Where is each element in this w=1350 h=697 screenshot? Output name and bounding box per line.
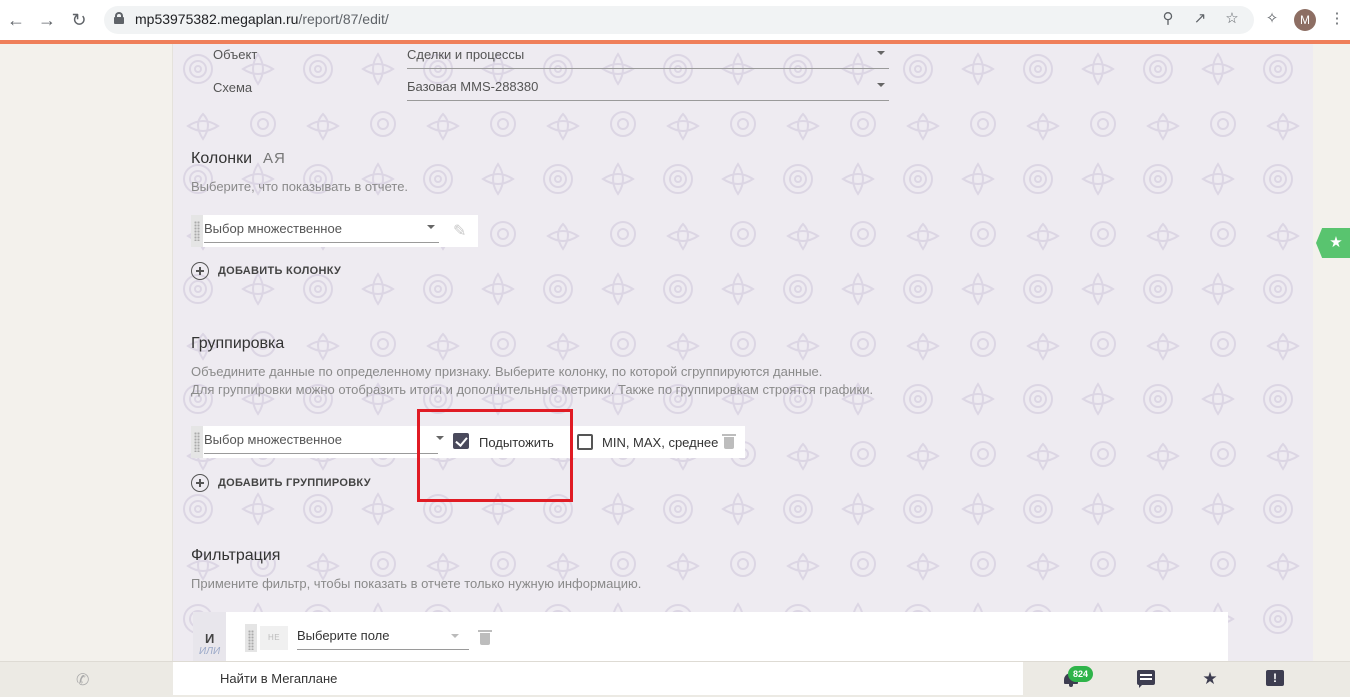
chat-icon[interactable] bbox=[1137, 670, 1155, 688]
filter-field-placeholder: Выберите поле bbox=[297, 628, 390, 643]
chevron-down-icon bbox=[877, 51, 885, 55]
object-select[interactable]: Сделки и процессы bbox=[407, 47, 889, 69]
object-label: Объект bbox=[213, 47, 258, 62]
add-column-button[interactable]: ДОБАВИТЬ КОЛОНКУ bbox=[191, 262, 341, 280]
right-margin bbox=[1313, 44, 1350, 661]
profile-avatar[interactable]: M bbox=[1294, 9, 1316, 31]
star-icon[interactable]: ★ bbox=[1200, 669, 1220, 689]
logic-or-button[interactable]: ИЛИ bbox=[199, 646, 220, 657]
delete-filter-trash-icon[interactable] bbox=[478, 630, 492, 645]
lock-icon[interactable] bbox=[114, 12, 124, 24]
url-host: mp53975382.megaplan.ru bbox=[135, 11, 299, 27]
phone-icon[interactable]: ✆ bbox=[76, 670, 89, 690]
drag-handle-icon[interactable] bbox=[191, 426, 203, 458]
column-field-value: Выбор множественное bbox=[204, 221, 342, 236]
sort-alphabet-icon[interactable]: АЯ bbox=[263, 150, 286, 167]
global-search-label: Найти в Мегаплане bbox=[220, 671, 338, 686]
plus-circle-icon bbox=[191, 262, 209, 280]
columns-description: Выберите, что показывать в отчете. bbox=[191, 179, 409, 194]
filter-field-select[interactable]: Выберите поле bbox=[297, 628, 469, 650]
chevron-down-icon bbox=[451, 634, 459, 638]
delete-grouping-trash-icon[interactable] bbox=[722, 434, 736, 449]
url-text[interactable]: mp53975382.megaplan.ru/report/87/edit/ bbox=[135, 11, 389, 27]
alert-icon[interactable]: ! bbox=[1266, 670, 1284, 686]
chevron-down-icon bbox=[427, 225, 435, 229]
reload-icon[interactable]: ↻ bbox=[67, 8, 91, 32]
report-editor bbox=[173, 44, 1313, 661]
bookmark-star-icon[interactable]: ☆ bbox=[1222, 9, 1242, 29]
share-icon[interactable]: ↗ bbox=[1190, 9, 1210, 29]
browser-toolbar: ← → ↻ mp53975382.megaplan.ru/report/87/e… bbox=[0, 0, 1350, 40]
column-field-card: Выбор множественное ✎ bbox=[191, 215, 478, 247]
plus-circle-icon bbox=[191, 474, 209, 492]
back-icon[interactable]: ← bbox=[4, 8, 28, 32]
scheme-select-value: Базовая MMS-288380 bbox=[407, 79, 539, 94]
drag-handle-icon[interactable] bbox=[191, 215, 203, 247]
metrics-checkbox[interactable] bbox=[577, 434, 593, 450]
grouping-field-value: Выбор множественное bbox=[204, 432, 342, 447]
add-grouping-label: ДОБАВИТЬ ГРУППИРОВКУ bbox=[218, 477, 371, 489]
url-path: /report/87/edit/ bbox=[298, 11, 389, 27]
favorite-star-icon[interactable]: ★ bbox=[1316, 228, 1350, 258]
edit-pencil-icon[interactable]: ✎ bbox=[453, 221, 466, 241]
forward-icon[interactable]: → bbox=[35, 8, 59, 32]
menu-icon[interactable]: ⋮ bbox=[1327, 9, 1347, 29]
grouping-field-select[interactable]: Выбор множественное bbox=[204, 432, 444, 454]
scheme-label: Схема bbox=[213, 80, 253, 95]
filter-title: Фильтрация bbox=[191, 547, 281, 564]
columns-title: Колонки bbox=[191, 150, 253, 167]
left-panel bbox=[0, 44, 173, 661]
floral-background bbox=[173, 44, 1313, 661]
not-toggle[interactable]: НЕ bbox=[260, 626, 288, 650]
grouping-title: Группировка bbox=[191, 335, 285, 352]
add-grouping-button[interactable]: ДОБАВИТЬ ГРУППИРОВКУ bbox=[191, 474, 371, 492]
logic-and-button[interactable]: И bbox=[205, 631, 214, 646]
filter-description: Примените фильтр, чтобы показать в отчет… bbox=[191, 576, 642, 591]
add-column-label: ДОБАВИТЬ КОЛОНКУ bbox=[218, 265, 342, 277]
object-select-value: Сделки и процессы bbox=[407, 47, 525, 62]
extensions-icon[interactable]: ✧ bbox=[1262, 9, 1282, 29]
highlight-annotation bbox=[417, 409, 573, 502]
scheme-select[interactable]: Базовая MMS-288380 bbox=[407, 79, 889, 101]
grouping-description-1: Объедините данные по определенному призн… bbox=[191, 364, 823, 379]
zoom-icon[interactable]: ⚲ bbox=[1158, 9, 1178, 29]
chevron-down-icon bbox=[877, 83, 885, 87]
grouping-description-2: Для группировки можно отобразить итоги и… bbox=[191, 382, 874, 397]
column-field-select[interactable]: Выбор множественное bbox=[204, 221, 439, 243]
drag-handle-icon[interactable] bbox=[245, 624, 257, 652]
notifications-badge: 824 bbox=[1068, 666, 1093, 682]
metrics-label: MIN, MAX, среднее bbox=[602, 435, 719, 450]
